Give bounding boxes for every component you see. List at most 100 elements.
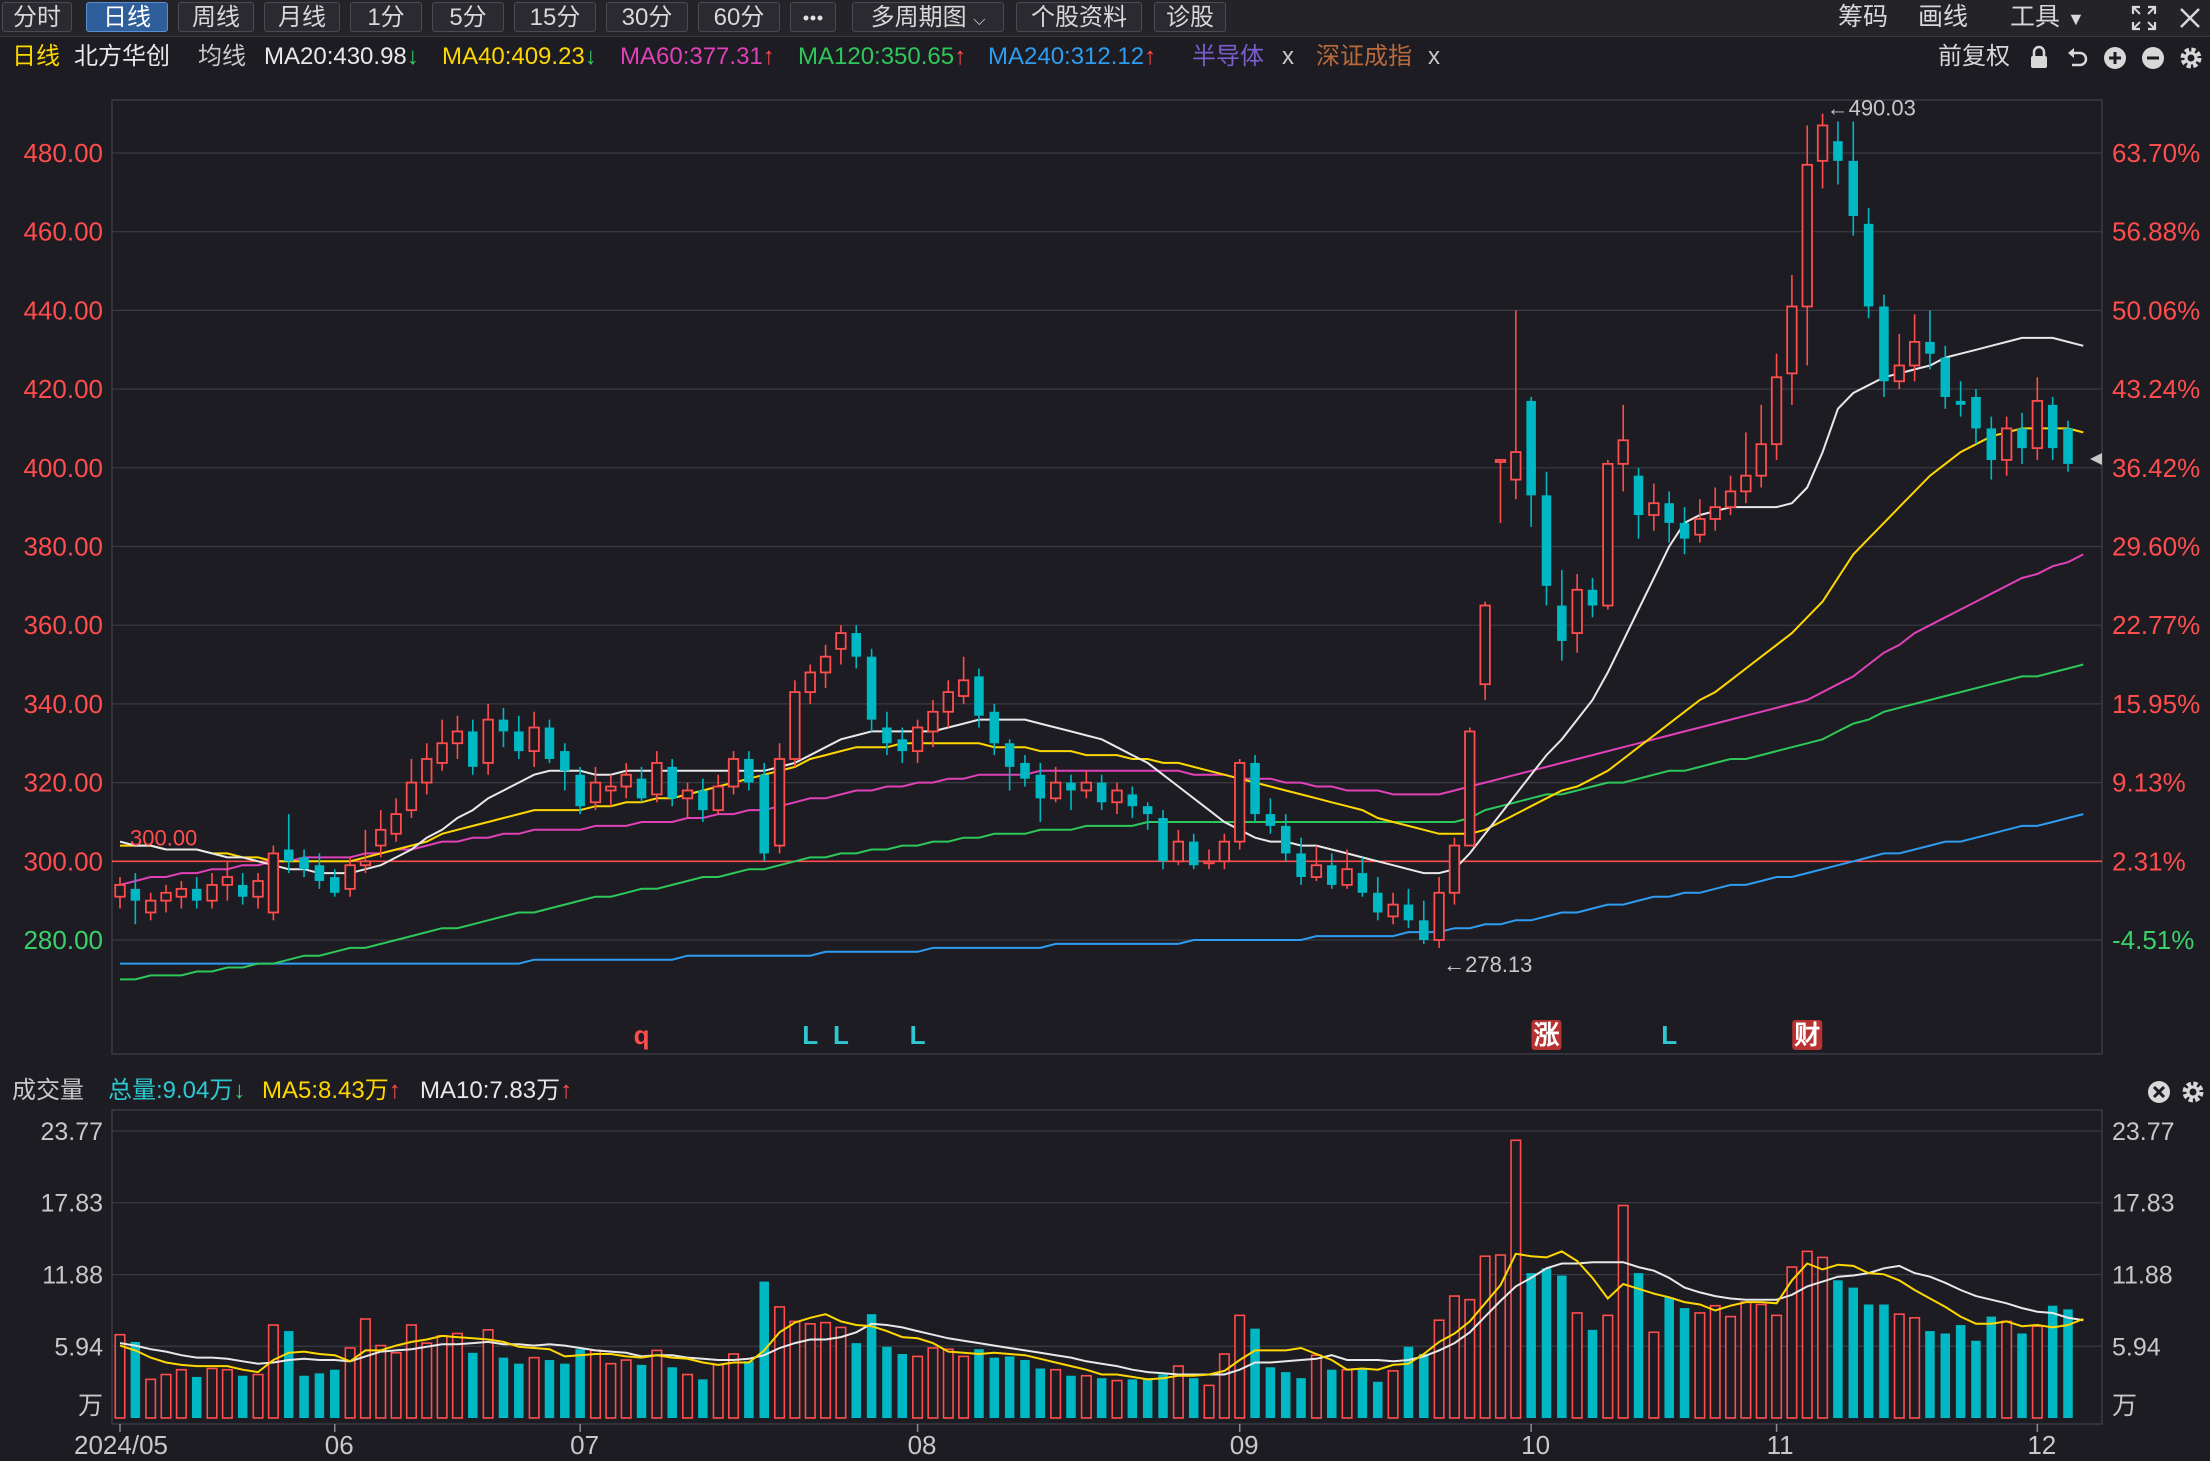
volume-bar [1250, 1328, 1260, 1418]
volume-bar [681, 1373, 694, 1419]
candle-body [1479, 604, 1491, 686]
ma20-line [119, 336, 2084, 875]
overlay-shenzhen-index[interactable]: 深证成指 [1316, 40, 1412, 74]
more-periods-button[interactable] [790, 2, 836, 32]
ma-trend-arrow: ↑ [1144, 43, 1157, 70]
volume-bar [759, 1281, 769, 1418]
volume-bar [744, 1361, 754, 1418]
tab-60min[interactable]: 60分 [698, 2, 780, 32]
overlay-semiconductor-close[interactable]: x [1282, 40, 1294, 74]
zoom-in-icon[interactable] [2102, 45, 2128, 71]
tools-dropdown[interactable]: 工具 ▼ [2010, 2, 2085, 32]
candle [145, 892, 157, 921]
candle-body [819, 655, 832, 674]
candle [206, 873, 218, 909]
volume-total-arrow: ↓ [233, 1077, 246, 1104]
tab-daily[interactable]: 日线 [86, 2, 168, 32]
annotations: 300.00←490.03←278.13q L L L 涨 L 财 [130, 96, 2102, 1050]
candle [712, 774, 724, 815]
tab-intraday[interactable]: 分时 [2, 2, 72, 32]
volume-settings-gear-icon[interactable] [2180, 1079, 2206, 1105]
ma-value-text: MA40:409.23 [442, 43, 585, 70]
volume-bar [1403, 1346, 1414, 1418]
candle [1218, 833, 1231, 870]
overlay-semiconductor[interactable]: 半导体 [1192, 40, 1264, 74]
candle-body [605, 785, 617, 792]
volume-close-icon[interactable] [2146, 1079, 2172, 1105]
volume-bar [1587, 1329, 1598, 1418]
volume-bar [1464, 1298, 1476, 1419]
candle [359, 829, 372, 874]
zoom-out-icon[interactable] [2140, 45, 2166, 71]
candle-body [1633, 475, 1644, 516]
date-tick-label: 06 [325, 1430, 354, 1460]
volume-bar [2047, 1305, 2058, 1418]
candle [1296, 837, 1306, 885]
fullscreen-icon[interactable] [2130, 4, 2158, 32]
candle [698, 778, 708, 822]
volume-bar [1801, 1250, 1813, 1419]
event-marker-badge [1531, 1020, 1562, 1050]
tab-5min[interactable]: 5分 [432, 2, 504, 32]
ma120-line [120, 663, 2084, 981]
candle-body [344, 864, 356, 890]
candle-body [1801, 163, 1813, 308]
candle-body [514, 731, 524, 752]
settings-gear-icon[interactable] [2178, 45, 2204, 71]
candle-body [1373, 892, 1383, 913]
volume-bar [1848, 1287, 1859, 1418]
adjust-mode-button[interactable]: 前复权 [1938, 40, 2010, 74]
volume-bar [1035, 1368, 1046, 1418]
tab-monthly[interactable]: 月线 [264, 2, 340, 32]
overlay-shenzhen-close[interactable]: x [1428, 40, 1440, 74]
tab-1min[interactable]: 1分 [350, 2, 422, 32]
multi-period-dropdown[interactable]: 多周期图 ⌵ [852, 2, 1004, 32]
candle-body [1971, 396, 1981, 429]
diagnose-button[interactable]: 诊股 [1154, 2, 1226, 32]
lock-icon[interactable] [2026, 45, 2052, 71]
volume-bar [974, 1349, 984, 1418]
tab-30min[interactable]: 30分 [606, 2, 688, 32]
volume-bar [1310, 1354, 1322, 1419]
candle [605, 774, 617, 807]
candle-body [1080, 781, 1092, 792]
undo-icon[interactable] [2064, 45, 2090, 71]
candle [1664, 491, 1674, 543]
volume-bar [1234, 1314, 1246, 1419]
candle [1602, 459, 1614, 610]
volume-bar [175, 1368, 187, 1419]
volume-bar [528, 1356, 540, 1419]
candle-body [1142, 806, 1153, 815]
candle-body [160, 891, 172, 902]
candle [329, 869, 340, 897]
candle [1633, 467, 1644, 539]
candle-body [773, 758, 786, 847]
volume-unit-label: 万 [2112, 1392, 2137, 1420]
volume-bar [1879, 1304, 1889, 1418]
volume-title: 成交量 [12, 1077, 84, 1104]
volume-bars [114, 1139, 2084, 1419]
tab-weekly[interactable]: 周线 [178, 2, 254, 32]
ma-label[interactable]: 均线 [198, 40, 246, 74]
tab-15min[interactable]: 15分 [514, 2, 596, 32]
draw-line-button[interactable]: 画线 [1918, 2, 1968, 32]
candle-body [1172, 840, 1185, 863]
candle-body [1020, 762, 1030, 779]
candle [1833, 121, 1843, 185]
ma60-line [119, 553, 2084, 886]
kline-chart[interactable]: 480.00 63.70% 460.00 56.88% 440.00 50.06% 420.… [0, 0, 2210, 1461]
close-icon[interactable] [2176, 4, 2204, 32]
candle [1694, 499, 1706, 543]
volume-bar [1526, 1273, 1536, 1418]
date-tick-label: 09 [1230, 1430, 1259, 1460]
event-marker: q [634, 1020, 650, 1050]
candle-body [1494, 459, 1507, 463]
chips-button[interactable]: 筹码 [1838, 2, 1888, 32]
candle [1986, 416, 1997, 480]
pct-tick-label: 63.70% [2112, 138, 2200, 168]
volume-bar [1265, 1367, 1276, 1418]
volume-bar [1863, 1304, 1874, 1418]
candle-body [1188, 841, 1199, 866]
stock-info-button[interactable]: 个股资料 [1016, 2, 1142, 32]
candle [759, 762, 769, 862]
